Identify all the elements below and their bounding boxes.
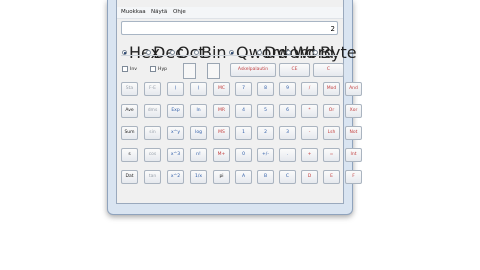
key-ln[interactable]: ln	[190, 104, 207, 118]
memory-indicator	[207, 63, 220, 79]
key-n[interactable]: n!	[190, 148, 207, 162]
menu-help[interactable]: Ohje	[173, 7, 186, 18]
separator	[121, 55, 338, 56]
key-lsh[interactable]: Lsh	[323, 126, 340, 140]
clear-entry-button[interactable]: CE	[279, 63, 310, 77]
calculator-window: Muokkaa Näytä Ohje 2 Hex Dec Oct Bin Qwo…	[107, 0, 362, 215]
key-x-3[interactable]: x^3	[167, 148, 184, 162]
key-or[interactable]: Or	[323, 104, 340, 118]
key-e[interactable]: E	[323, 170, 340, 184]
key-[interactable]: )	[190, 82, 207, 96]
radio-byte[interactable]: Byte	[313, 43, 357, 62]
key-x-y[interactable]: x^y	[167, 126, 184, 140]
key-f[interactable]: F	[345, 170, 362, 184]
clear-button[interactable]: C	[313, 63, 344, 77]
key-6[interactable]: 6	[279, 104, 296, 118]
radio-bin[interactable]: Bin	[194, 43, 227, 62]
key-8[interactable]: 8	[257, 82, 274, 96]
key-not[interactable]: Not	[345, 126, 362, 140]
key-b[interactable]: B	[257, 170, 274, 184]
key-and[interactable]: And	[345, 82, 362, 96]
key-sin[interactable]: sin	[144, 126, 161, 140]
key-ave[interactable]: Ave	[121, 104, 138, 118]
key-f-e[interactable]: F-E	[144, 82, 161, 96]
radio-label: Byte	[320, 43, 357, 62]
key-mc[interactable]: MC	[213, 82, 230, 96]
key-ms[interactable]: MS	[213, 126, 230, 140]
key-exp[interactable]: Exp	[167, 104, 184, 118]
checkbox-hyp[interactable]: Hyp	[150, 66, 167, 72]
key-m[interactable]: M+	[213, 148, 230, 162]
checkbox-label: Hyp	[158, 66, 168, 72]
checkbox-box	[150, 66, 156, 72]
key-int[interactable]: Int	[345, 148, 362, 162]
key-[interactable]: .	[279, 148, 296, 162]
key-[interactable]: +/-	[257, 148, 274, 162]
calculator-display: 2	[121, 21, 338, 35]
key-[interactable]: -	[301, 126, 318, 140]
key-a[interactable]: A	[235, 170, 252, 184]
key-[interactable]: *	[301, 104, 318, 118]
key-cos[interactable]: cos	[144, 148, 161, 162]
key-sta[interactable]: Sta	[121, 82, 138, 96]
menu-bar: Muokkaa Näytä Ohje	[117, 7, 343, 19]
key-c[interactable]: C	[279, 170, 296, 184]
key-[interactable]: /	[301, 82, 318, 96]
radio-label: Bin	[201, 43, 227, 62]
key-5[interactable]: 5	[257, 104, 274, 118]
key-xor[interactable]: Xor	[345, 104, 362, 118]
key-mod[interactable]: Mod	[323, 82, 340, 96]
key-x-2[interactable]: x^2	[167, 170, 184, 184]
key-sum[interactable]: Sum	[121, 126, 138, 140]
key-d[interactable]: D	[301, 170, 318, 184]
key-[interactable]: (	[167, 82, 184, 96]
key-2[interactable]: 2	[257, 126, 274, 140]
key-log[interactable]: log	[190, 126, 207, 140]
key-0[interactable]: 0	[235, 148, 252, 162]
key-mr[interactable]: MR	[213, 104, 230, 118]
key-7[interactable]: 7	[235, 82, 252, 96]
key-1[interactable]: 1	[235, 126, 252, 140]
parenthesis-indicator	[183, 63, 196, 79]
menu-edit[interactable]: Muokkaa	[121, 7, 146, 18]
key-9[interactable]: 9	[279, 82, 296, 96]
key-3[interactable]: 3	[279, 126, 296, 140]
menu-view[interactable]: Näytä	[151, 7, 167, 18]
key-1-x[interactable]: 1/x	[190, 170, 207, 184]
checkbox-label: Inv	[130, 66, 137, 72]
backspace-button[interactable]: Askelpalautin	[230, 63, 276, 77]
checkbox-inv[interactable]: Inv	[122, 66, 137, 72]
key-4[interactable]: 4	[235, 104, 252, 118]
key-tan[interactable]: tan	[144, 170, 161, 184]
checkbox-box	[122, 66, 128, 72]
calculator-client-area: Muokkaa Näytä Ohje 2 Hex Dec Oct Bin Qwo…	[116, 0, 362, 204]
key-[interactable]: +	[301, 148, 318, 162]
key-dat[interactable]: Dat	[121, 170, 138, 184]
key-dms[interactable]: dms	[144, 104, 161, 118]
key-[interactable]: =	[323, 148, 340, 162]
key-s[interactable]: s	[121, 148, 138, 162]
key-pi[interactable]: pi	[213, 170, 230, 184]
